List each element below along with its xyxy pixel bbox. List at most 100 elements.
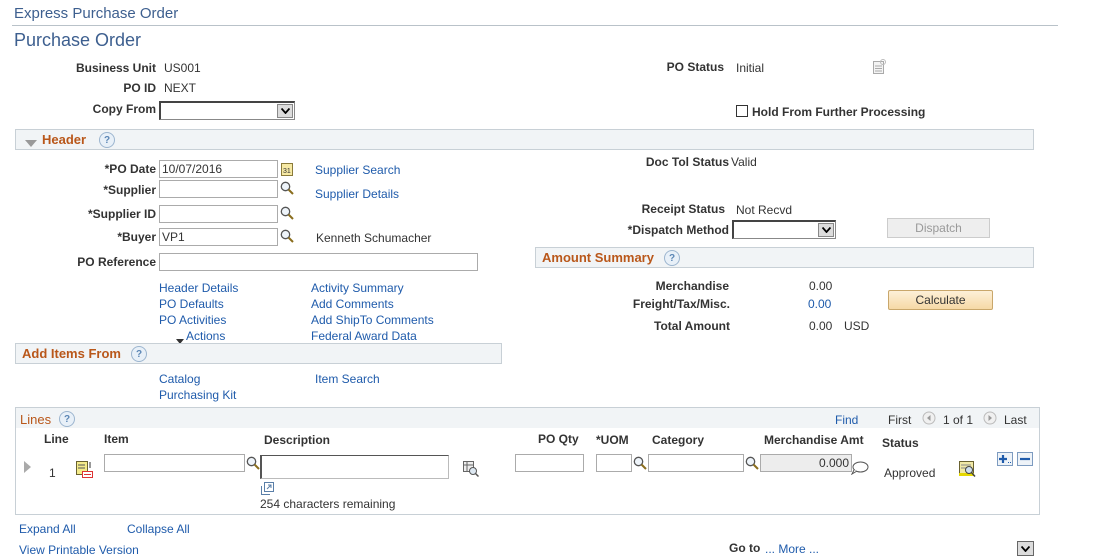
po-id-value: NEXT [164,81,197,95]
help-icon[interactable]: ? [99,132,115,148]
help-icon[interactable]: ? [664,250,680,266]
add-row-button[interactable] [997,452,1013,466]
page-title: Purchase Order [14,30,142,50]
previous-icon[interactable] [922,411,936,428]
supplier-input[interactable] [159,180,278,198]
hold-label: Hold From Further Processing [752,105,926,119]
delete-row-button[interactable] [1017,452,1033,466]
item-input[interactable] [104,454,245,472]
po-reference-input[interactable] [159,253,478,271]
next-icon[interactable] [983,411,997,428]
po-status-label: PO Status [666,60,724,74]
header-details-link[interactable]: Header Details [159,281,238,295]
title-divider [12,25,1058,26]
lookup-icon[interactable] [246,456,260,473]
col-category: Category [652,433,705,447]
buyer-label: *Buyer [117,230,156,244]
item-search-grid-icon[interactable] [463,461,480,480]
dispatch-method-select[interactable] [732,220,836,239]
breadcrumb: Express Purchase Order [14,5,179,22]
goto-label: Go to [729,541,761,555]
chars-remaining: 254 characters remaining [260,497,396,511]
col-po-qty: PO Qty [538,432,579,446]
po-defaults-link[interactable]: PO Defaults [159,297,224,311]
chevron-down-icon [277,104,293,118]
chevron-down-icon [818,223,834,237]
activity-summary-link[interactable]: Activity Summary [311,281,404,295]
total-amount-value: 0.00 [809,319,833,333]
calendar-icon[interactable]: 31 [281,162,293,179]
comment-bubble-icon[interactable] [850,461,869,478]
po-activities-link[interactable]: PO Activities [159,313,226,327]
total-amount-label: Total Amount [654,319,730,333]
business-unit-value: US001 [164,61,201,75]
buyer-input[interactable]: VP1 [159,228,278,246]
line-details-icon[interactable] [76,461,93,481]
supplier-id-input[interactable] [159,205,278,223]
lookup-icon[interactable] [745,456,759,473]
help-icon[interactable]: ? [131,346,147,362]
lines-grid-header [16,408,1039,428]
copy-from-label: Copy From [92,102,156,116]
freight-value-link[interactable]: 0.00 [808,297,831,311]
view-printable-link[interactable]: View Printable Version [19,543,139,557]
expand-row-icon[interactable] [24,461,31,476]
po-status-value: Initial [736,61,765,75]
add-items-bar: Add Items From ? [15,343,502,364]
federal-award-data-link[interactable]: Federal Award Data [311,329,417,343]
hold-checkbox[interactable] [736,105,748,117]
col-line: Line [44,432,69,446]
last-label: Last [1004,413,1027,427]
find-link[interactable]: Find [835,413,858,427]
amount-summary-title: Amount Summary [542,250,654,265]
col-item: Item [104,432,129,446]
supplier-search-link[interactable]: Supplier Search [315,163,400,177]
lookup-icon[interactable] [280,181,294,198]
po-date-input[interactable]: 10/07/2016 [159,160,278,178]
header-section-title: Header [42,132,87,147]
collapse-all-link[interactable]: Collapse All [127,522,190,536]
lookup-icon[interactable] [280,206,294,223]
supplier-details-link[interactable]: Supplier Details [315,187,399,201]
receipt-status-label: Receipt Status [641,202,725,216]
col-description: Description [264,433,331,447]
dispatch-button[interactable]: Dispatch [887,218,990,238]
document-icon[interactable] [873,59,886,77]
po-id-label: PO ID [123,81,156,95]
lookup-icon[interactable] [280,229,294,246]
freight-label: Freight/Tax/Misc. [632,297,730,311]
category-input[interactable] [648,454,744,472]
lines-title: Lines [20,412,52,427]
goto-dropdown-button[interactable] [1017,541,1034,556]
description-input[interactable] [260,455,449,479]
purchasing-kit-link[interactable]: Purchasing Kit [159,388,236,402]
uom-input[interactable] [596,454,632,472]
receipt-status-value: Not Recvd [736,203,793,217]
col-status: Status [882,436,919,450]
business-unit-label: Business Unit [75,61,156,75]
add-comments-link[interactable]: Add Comments [311,297,394,311]
header-section-bar[interactable]: Header ? [15,129,1034,150]
supplier-id-label: *Supplier ID [87,207,156,221]
expand-text-icon[interactable] [261,482,274,498]
collapse-triangle-icon[interactable] [25,136,37,150]
svg-text:31: 31 [283,168,291,175]
add-items-title: Add Items From [22,346,121,361]
expand-all-link[interactable]: Expand All [19,522,76,536]
help-icon[interactable]: ? [59,411,75,427]
catalog-link[interactable]: Catalog [159,372,200,386]
po-date-label: *PO Date [104,162,156,176]
schedule-details-icon[interactable] [959,461,976,481]
lookup-icon[interactable] [633,456,647,473]
po-qty-input[interactable] [515,454,584,472]
doc-tol-status-label: Doc Tol Status [645,155,729,169]
line-number: 1 [49,466,56,480]
actions-link[interactable]: Actions [186,329,225,343]
add-shipto-comments-link[interactable]: Add ShipTo Comments [311,313,434,327]
buyer-name: Kenneth Schumacher [316,231,432,245]
goto-more-link[interactable]: ... More ... [765,542,819,556]
item-search-link[interactable]: Item Search [315,372,380,386]
copy-from-select[interactable] [159,101,295,120]
calculate-button[interactable]: Calculate [888,290,993,310]
po-reference-label: PO Reference [77,255,156,269]
